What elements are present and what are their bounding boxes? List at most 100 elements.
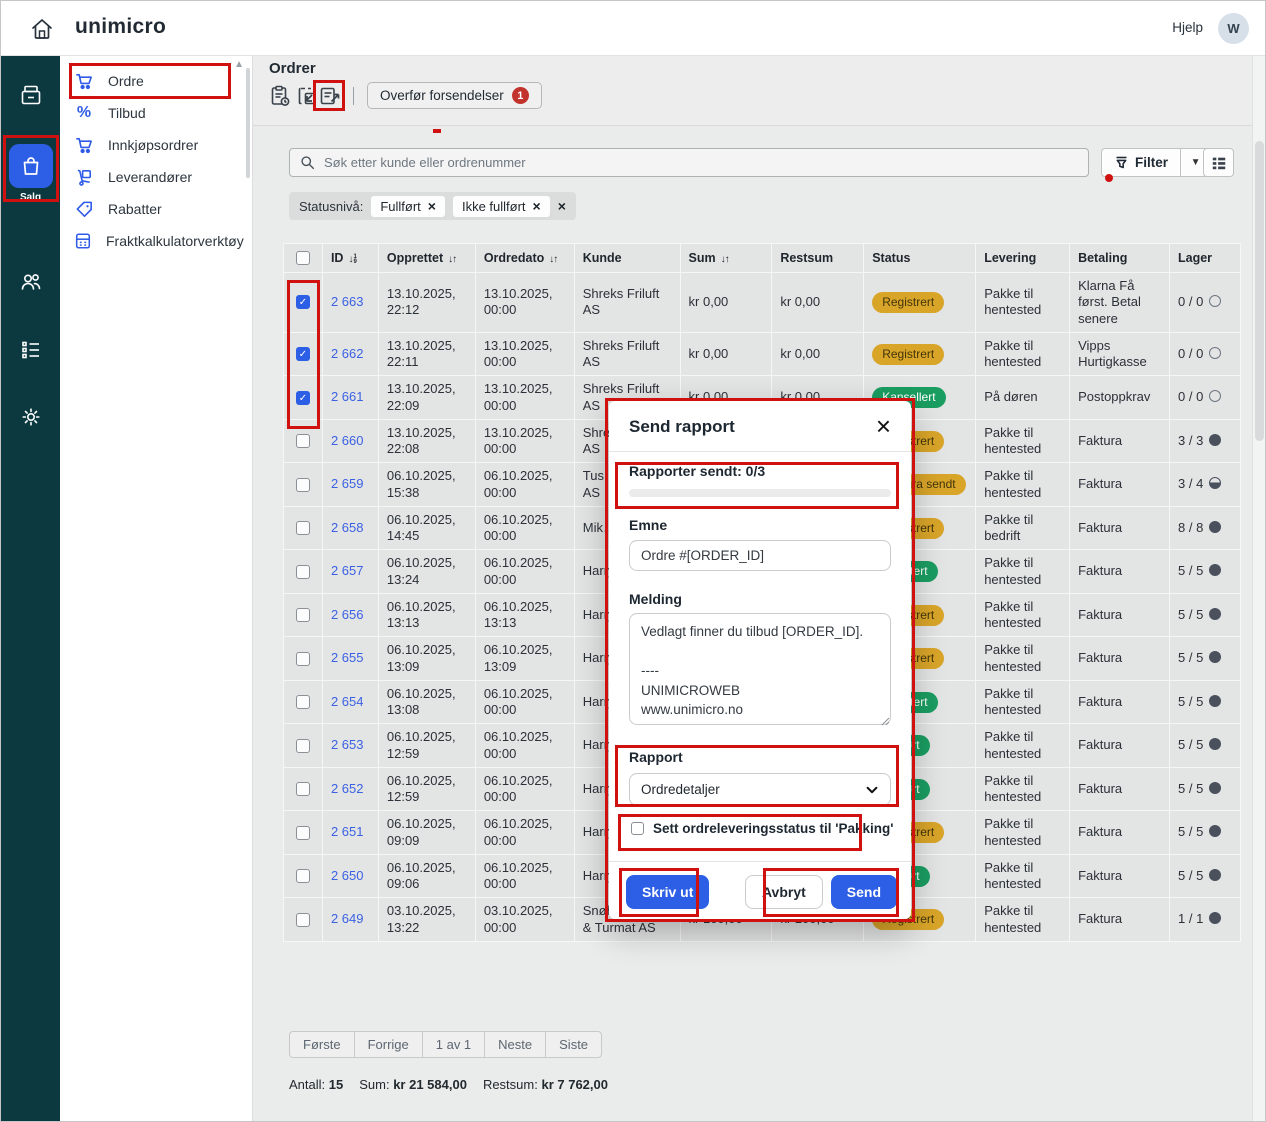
rapport-select[interactable]: Ordredetaljer: [629, 773, 891, 806]
column-view-button[interactable]: [1203, 148, 1234, 177]
row-checkbox[interactable]: ✓: [296, 295, 310, 309]
row-checkbox[interactable]: ✓: [296, 347, 310, 361]
print-button[interactable]: Skriv ut: [626, 875, 709, 909]
melding-field[interactable]: Vedlagt finner du tilbud [ORDER_ID]. ---…: [629, 613, 891, 725]
select-all-checkbox[interactable]: [296, 251, 310, 265]
new-order-report-button[interactable]: [267, 83, 293, 109]
sidenav-scrollbar[interactable]: [246, 68, 250, 178]
help-link[interactable]: Hjelp: [1172, 20, 1203, 35]
chip-remove-icon[interactable]: ×: [533, 199, 541, 213]
transfer-shipments-button[interactable]: Overfør forsendelser 1: [367, 82, 542, 109]
row-checkbox[interactable]: [296, 739, 310, 753]
sidebar-item-fraktkalkulator[interactable]: Fraktkalkulatorverktøy: [74, 225, 239, 257]
order-id-link[interactable]: 2 654: [331, 694, 364, 709]
order-id-link[interactable]: 2 661: [331, 389, 364, 404]
filter-button[interactable]: Filter: [1101, 148, 1181, 177]
order-id-link[interactable]: 2 655: [331, 650, 364, 665]
salg-active-tile: [9, 144, 53, 188]
row-checkbox[interactable]: ✓: [296, 391, 310, 405]
sidebar-item-leverandorer[interactable]: Leverandører: [74, 161, 239, 193]
pager-button-neste[interactable]: Neste: [484, 1031, 546, 1058]
order-id-link[interactable]: 2 650: [331, 868, 364, 883]
row-checkbox[interactable]: [296, 869, 310, 883]
pager-button-1-av-1[interactable]: 1 av 1: [422, 1031, 485, 1058]
restsum-value: kr 7 762,00: [541, 1077, 608, 1092]
search-input[interactable]: Søk etter kunde eller ordrenummer: [289, 148, 1089, 177]
lager-cell: 5 / 5: [1170, 680, 1241, 724]
levering-cell: Pakke til hentested: [976, 550, 1070, 594]
resize-grip-icon[interactable]: [881, 717, 890, 726]
home-button[interactable]: [27, 14, 57, 44]
order-id-link[interactable]: 2 663: [331, 294, 364, 309]
order-id-link[interactable]: 2 652: [331, 781, 364, 796]
sort-icon[interactable]: ↓↑: [549, 254, 557, 265]
rail-item-contacts[interactable]: [1, 269, 60, 295]
clipboard-clock-icon: [268, 84, 292, 108]
order-id-link[interactable]: 2 653: [331, 737, 364, 752]
column-header-ID[interactable]: ID↓19: [322, 244, 378, 273]
status-badge: Registrert: [872, 292, 944, 313]
order-id-link[interactable]: 2 660: [331, 433, 364, 448]
sort-icon[interactable]: ↓↑: [448, 254, 456, 265]
column-header-Ordredato[interactable]: Ordredato↓↑: [475, 244, 574, 273]
levering-cell: Pakke til hentested: [976, 724, 1070, 768]
row-checkbox[interactable]: [296, 695, 310, 709]
cancel-button[interactable]: Avbryt: [745, 875, 823, 909]
chips-clear-all-icon[interactable]: ×: [558, 199, 566, 213]
betaling-cell: Faktura: [1070, 463, 1170, 507]
order-id-link[interactable]: 2 651: [331, 824, 364, 839]
sidebar-item-innkjopsordrer[interactable]: Innkjøpsordrer: [74, 129, 239, 161]
tag-icon: [74, 199, 94, 219]
pager-button-forrige[interactable]: Forrige: [354, 1031, 423, 1058]
row-checkbox[interactable]: [296, 782, 310, 796]
row-checkbox[interactable]: [296, 913, 310, 927]
chip-ikke-fullfort[interactable]: Ikke fullført ×: [453, 196, 550, 217]
rail-item-tasks[interactable]: [1, 337, 60, 363]
pager-button-første[interactable]: Første: [289, 1031, 355, 1058]
order-id-link[interactable]: 2 649: [331, 911, 364, 926]
rail-item-settings[interactable]: [1, 404, 60, 430]
sort-icon[interactable]: ↓↑: [721, 254, 729, 265]
close-icon[interactable]: ×: [870, 407, 897, 445]
stock-status-icon: [1209, 651, 1221, 663]
chip-remove-icon[interactable]: ×: [428, 199, 436, 213]
opprettet-cell: 06.10.2025, 12:59: [378, 724, 475, 768]
order-id-link[interactable]: 2 659: [331, 476, 364, 491]
packing-checkbox[interactable]: [631, 822, 644, 835]
sidebar-item-tilbud[interactable]: % Tilbud: [74, 97, 239, 129]
page-scrollbar[interactable]: [1252, 56, 1265, 1122]
order-id-link[interactable]: 2 657: [331, 563, 364, 578]
restsum-cell: kr 0,00: [772, 273, 864, 333]
row-checkbox[interactable]: [296, 434, 310, 448]
order-id-link[interactable]: 2 658: [331, 520, 364, 535]
column-header-Opprettet[interactable]: Opprettet↓↑: [378, 244, 475, 273]
row-checkbox[interactable]: [296, 608, 310, 622]
sidebar-item-rabatter[interactable]: Rabatter: [74, 193, 239, 225]
emne-field[interactable]: [629, 540, 891, 571]
user-avatar[interactable]: W: [1218, 13, 1249, 44]
send-report-button[interactable]: [317, 83, 343, 109]
send-report-modal: Send rapport × Rapporter sendt: 0/3 Emne…: [609, 401, 911, 919]
row-checkbox[interactable]: [296, 521, 310, 535]
rail-item-archive[interactable]: [1, 82, 60, 108]
table-row: ✓2 66313.10.2025, 22:1213.10.2025, 00:00…: [284, 273, 1241, 333]
shopping-bag-icon: [19, 154, 43, 178]
rail-item-salg[interactable]: Salg: [1, 144, 60, 203]
order-id-cell: 2 661: [322, 376, 378, 420]
send-button[interactable]: Send: [831, 875, 897, 909]
row-checkbox[interactable]: [296, 565, 310, 579]
column-header-select[interactable]: [284, 244, 323, 273]
chip-fullfort[interactable]: Fullført ×: [371, 196, 445, 217]
status-badge: Registrert: [872, 344, 944, 365]
sort-icon[interactable]: ↓19: [348, 254, 356, 265]
order-id-link[interactable]: 2 662: [331, 346, 364, 361]
row-checkbox[interactable]: [296, 478, 310, 492]
sidebar-item-ordre[interactable]: Ordre: [74, 65, 239, 97]
set-packing-status-checkbox-row[interactable]: Sett ordreleveringsstatus til 'Pakking': [631, 821, 894, 836]
order-id-link[interactable]: 2 656: [331, 607, 364, 622]
row-checkbox[interactable]: [296, 826, 310, 840]
pager-button-siste[interactable]: Siste: [545, 1031, 602, 1058]
column-header-Sum[interactable]: Sum↓↑: [680, 244, 772, 273]
people-icon: [18, 269, 44, 295]
row-checkbox[interactable]: [296, 652, 310, 666]
